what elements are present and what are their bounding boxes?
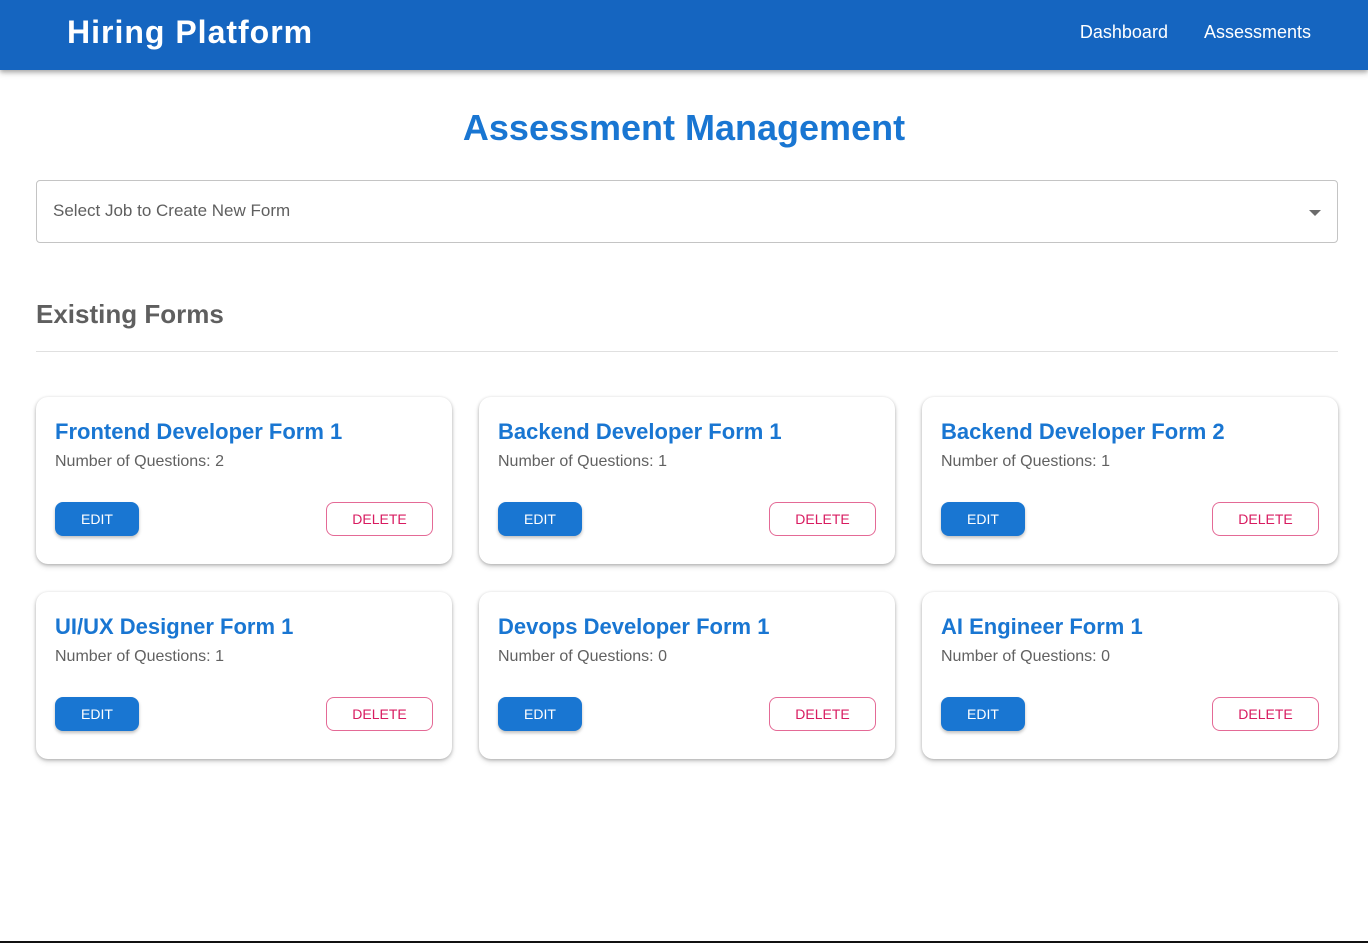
app-bar: Hiring Platform Dashboard Assessments — [0, 0, 1368, 70]
form-question-count: Number of Questions: 1 — [941, 453, 1110, 470]
form-title: Backend Developer Form 1 — [498, 419, 782, 444]
edit-button[interactable]: EDIT — [941, 502, 1025, 536]
form-title: Devops Developer Form 1 — [498, 614, 770, 639]
form-title: Frontend Developer Form 1 — [55, 419, 343, 444]
form-card: Backend Developer Form 1 Number of Quest… — [479, 397, 895, 564]
edit-button[interactable]: EDIT — [498, 502, 582, 536]
form-card: AI Engineer Form 1 Number of Questions: … — [922, 592, 1338, 759]
edit-button[interactable]: EDIT — [498, 697, 582, 731]
form-question-count: Number of Questions: 0 — [498, 648, 667, 665]
delete-button[interactable]: DELETE — [326, 697, 433, 731]
job-select-placeholder: Select Job to Create New Form — [53, 201, 291, 220]
form-question-count: Number of Questions: 0 — [941, 648, 1110, 665]
nav-assessments[interactable]: Assessments — [1204, 22, 1311, 43]
forms-grid: Frontend Developer Form 1 Number of Ques… — [36, 397, 1338, 759]
delete-button[interactable]: DELETE — [326, 502, 433, 536]
page-title: Assessment Management — [462, 107, 906, 148]
form-title: AI Engineer Form 1 — [941, 614, 1143, 639]
edit-button[interactable]: EDIT — [55, 502, 139, 536]
delete-button[interactable]: DELETE — [769, 502, 876, 536]
form-card: Frontend Developer Form 1 Number of Ques… — [36, 397, 452, 564]
form-question-count: Number of Questions: 1 — [55, 648, 224, 665]
form-card: Devops Developer Form 1 Number of Questi… — [479, 592, 895, 759]
delete-button[interactable]: DELETE — [769, 697, 876, 731]
section-divider — [36, 351, 1338, 352]
form-card: Backend Developer Form 2 Number of Quest… — [922, 397, 1338, 564]
edit-button[interactable]: EDIT — [941, 697, 1025, 731]
edit-button[interactable]: EDIT — [55, 697, 139, 731]
delete-button[interactable]: DELETE — [1212, 697, 1319, 731]
section-title: Existing Forms — [36, 299, 224, 329]
delete-button[interactable]: DELETE — [1212, 502, 1319, 536]
brand-title: Hiring Platform — [67, 14, 314, 50]
form-question-count: Number of Questions: 1 — [498, 453, 667, 470]
form-question-count: Number of Questions: 2 — [55, 453, 224, 470]
form-card: UI/UX Designer Form 1 Number of Question… — [36, 592, 452, 759]
form-title: UI/UX Designer Form 1 — [55, 614, 294, 639]
arrow-drop-down-icon — [1309, 210, 1321, 216]
form-title: Backend Developer Form 2 — [941, 419, 1225, 444]
top-nav: Dashboard Assessments — [1080, 22, 1311, 43]
nav-dashboard[interactable]: Dashboard — [1080, 22, 1168, 43]
job-select[interactable]: Select Job to Create New Form — [36, 180, 1338, 243]
